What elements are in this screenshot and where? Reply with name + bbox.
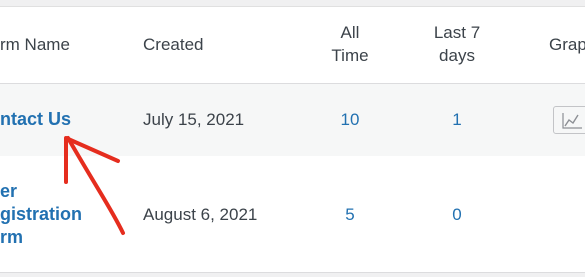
form-name-link[interactable]: er gistration rm — [0, 180, 82, 249]
column-header-last-7-days: Last 7 days — [419, 21, 495, 67]
table-row — [0, 84, 585, 156]
column-header-created[interactable]: Created — [143, 33, 203, 56]
column-header-last7-line1: Last 7 — [433, 23, 481, 42]
column-header-form-name[interactable]: rm Name — [0, 33, 70, 56]
last-7-days-count-link[interactable]: 1 — [419, 110, 495, 130]
graph-button[interactable] — [553, 106, 585, 134]
line-chart-icon — [562, 113, 582, 129]
column-header-all-time: All Time — [320, 21, 380, 67]
form-name-link[interactable]: ntact Us — [0, 108, 71, 131]
created-date: August 6, 2021 — [143, 205, 258, 224]
form-name-line2: gistration — [0, 204, 83, 224]
form-name-line1: er — [0, 181, 18, 201]
all-time-count-link[interactable]: 10 — [320, 110, 380, 130]
created-date: July 15, 2021 — [143, 110, 245, 129]
column-header-last7-line2: days — [439, 46, 475, 65]
column-header-graph: Grap — [549, 35, 585, 54]
last-7-days-count-link[interactable]: 0 — [419, 205, 495, 225]
table-row — [0, 156, 585, 273]
form-name-line3: rm — [0, 227, 24, 247]
column-header-all-time-line1: All — [340, 23, 360, 42]
table-header — [0, 7, 585, 84]
all-time-count-link[interactable]: 5 — [320, 205, 380, 225]
column-header-all-time-line2: Time — [331, 46, 369, 65]
